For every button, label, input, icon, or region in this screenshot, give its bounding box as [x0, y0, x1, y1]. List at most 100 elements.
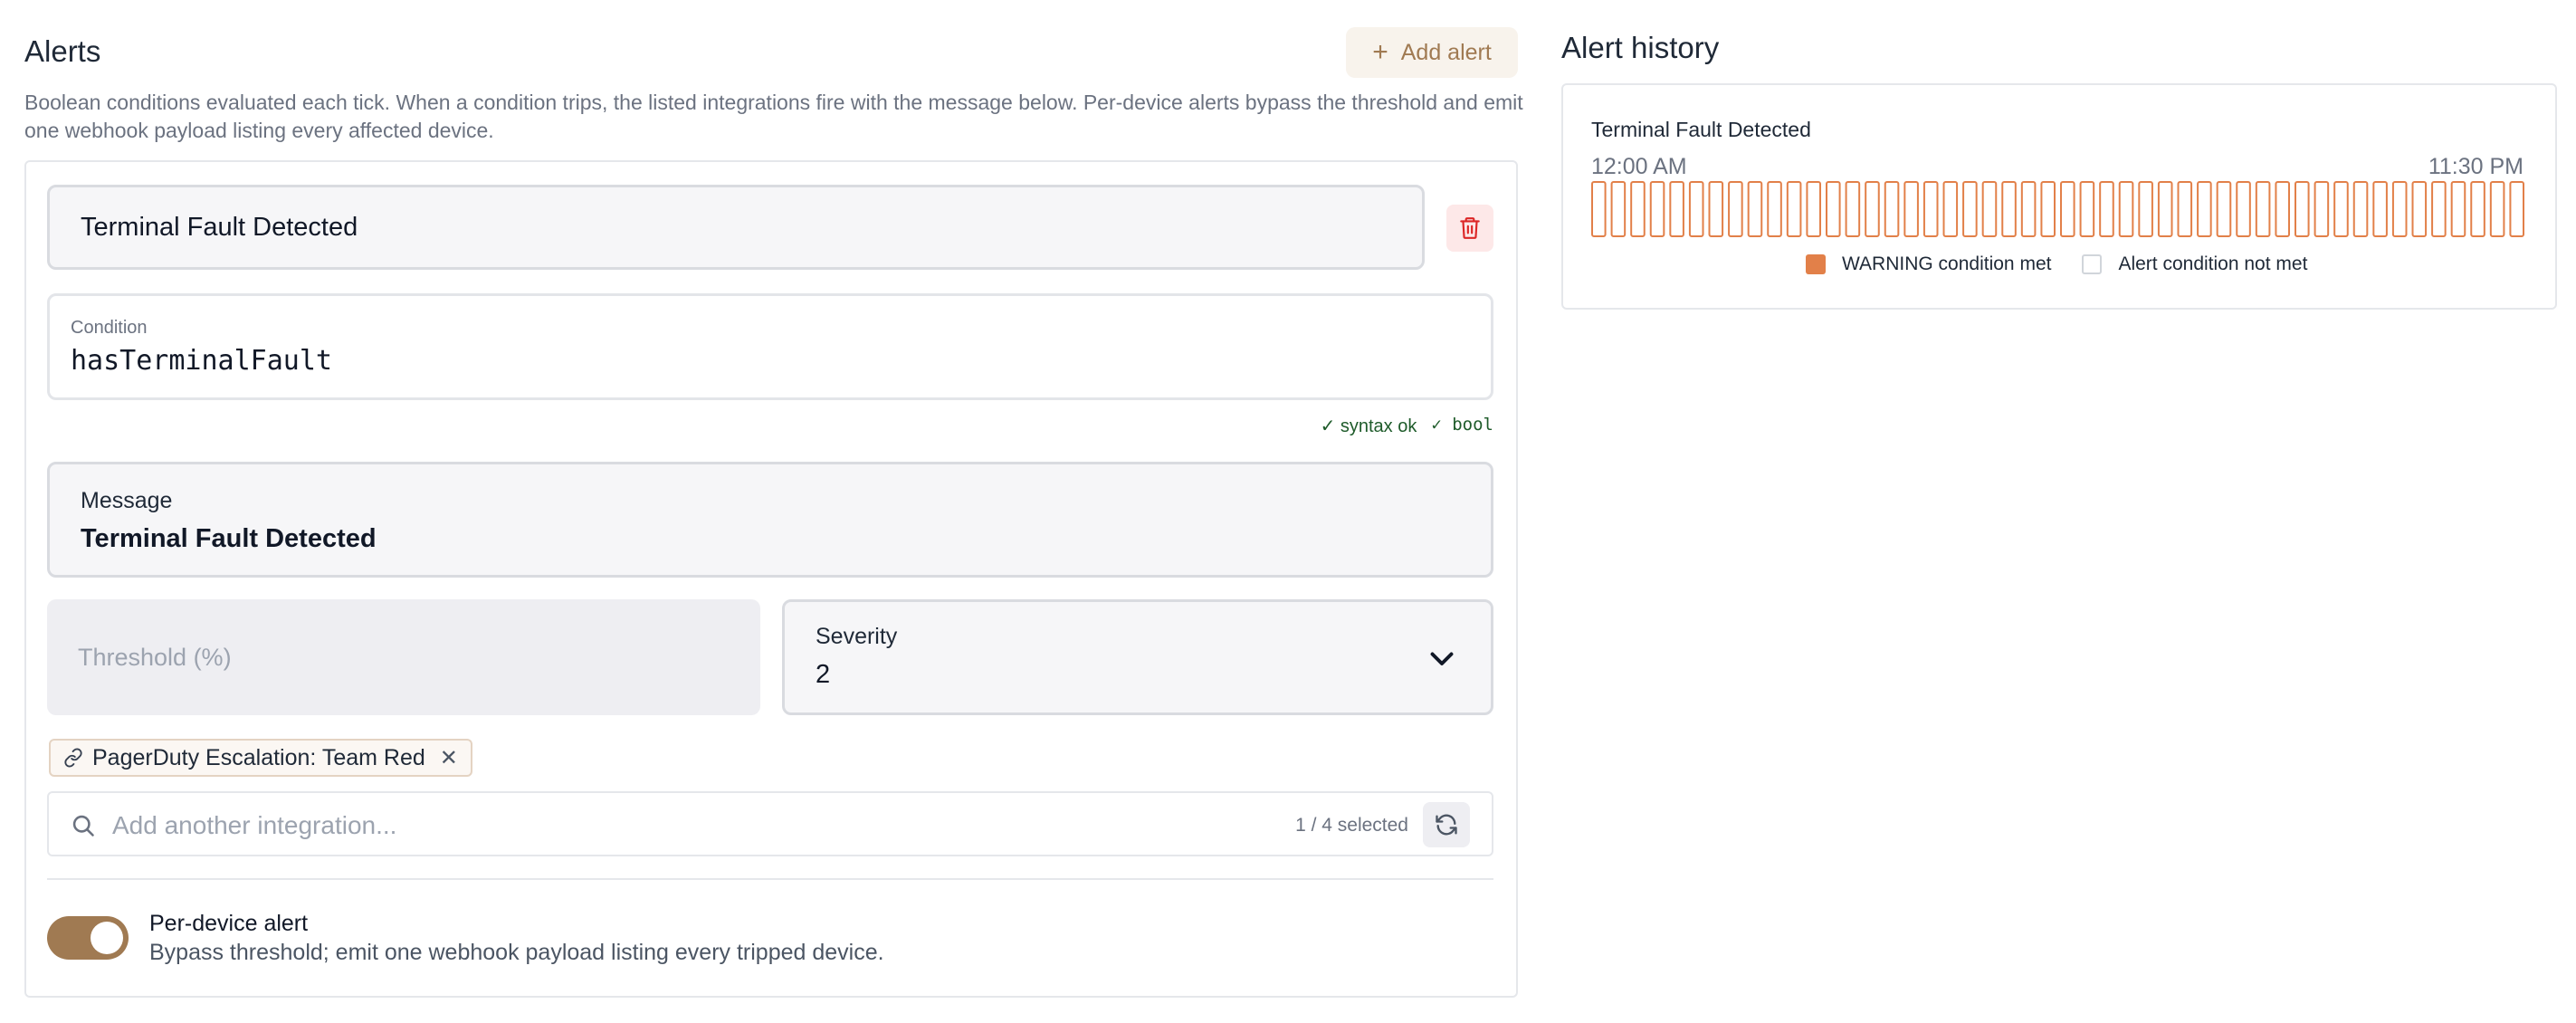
refresh-integrations-button[interactable]	[1423, 802, 1470, 847]
history-bucket	[2470, 181, 2485, 237]
history-title: Alert history	[1561, 31, 1720, 64]
history-bucket	[1747, 181, 1763, 237]
history-bucket	[1981, 181, 1998, 237]
alerts-description: Boolean conditions evaluated each tick. …	[24, 91, 1523, 142]
history-bucket	[1688, 181, 1704, 237]
alerts-header: Alerts + Add alert	[24, 27, 1518, 78]
history-bucket	[2295, 181, 2310, 237]
integration-search-input[interactable]: Add another integration...	[112, 811, 396, 840]
search-icon	[72, 815, 94, 837]
trash-icon	[1460, 217, 1480, 239]
history-bucket	[1708, 181, 1724, 237]
history-bucket	[2118, 181, 2134, 237]
history-bucket	[2314, 181, 2330, 237]
history-bucket	[1767, 181, 1782, 237]
severity-label: Severity	[816, 624, 898, 649]
history-bucket	[1806, 181, 1821, 237]
history-bucket	[1786, 181, 1802, 237]
add-alert-button[interactable]: + Add alert	[1346, 27, 1518, 78]
history-bucket	[2157, 181, 2173, 237]
history-bucket	[2333, 181, 2349, 237]
history-bucket	[1649, 181, 1665, 237]
history-bucket	[1591, 181, 1607, 237]
history-bucket	[2255, 181, 2271, 237]
history-bucket	[1728, 181, 1743, 237]
history-timeline	[1591, 181, 2524, 237]
history-alert-name: Terminal Fault Detected	[1591, 118, 1811, 141]
history-bucket	[1630, 181, 1646, 237]
threshold-input[interactable]: Threshold (%)	[47, 599, 760, 715]
type-ok-badge: ✓ bool	[1431, 415, 1493, 435]
legend-not-met-label: Alert condition not met	[2118, 253, 2308, 274]
integration-chip: PagerDuty Escalation: Team Red ✕	[49, 739, 472, 777]
integration-chip-label: PagerDuty Escalation: Team Red	[92, 744, 425, 770]
history-bucket	[1826, 181, 1841, 237]
history-bucket	[2197, 181, 2212, 237]
history-bucket	[1922, 181, 1939, 237]
history-bucket	[1942, 181, 1959, 237]
divider	[47, 878, 1493, 880]
history-bucket	[2275, 181, 2290, 237]
history-bucket	[2489, 181, 2505, 237]
condition-value: hasTerminalFault	[71, 345, 332, 377]
legend-met: WARNING condition met	[1806, 253, 2051, 275]
history-bucket	[1610, 181, 1627, 237]
history-time-start: 12:00 AM	[1591, 154, 1687, 179]
delete-alert-button[interactable]	[1446, 205, 1493, 252]
legend-met-swatch	[1806, 254, 1826, 274]
condition-label: Condition	[71, 318, 148, 338]
history-legend: WARNING condition met Alert condition no…	[1806, 253, 2338, 275]
per-device-title: Per-device alert	[149, 911, 309, 936]
history-bucket	[2431, 181, 2447, 237]
legend-not-met: Alert condition not met	[2082, 253, 2307, 275]
history-bucket	[2001, 181, 2017, 237]
history-bars	[1591, 181, 2524, 237]
history-bucket	[2040, 181, 2056, 237]
syntax-ok-badge: ✓ syntax ok	[1320, 416, 1417, 436]
history-bucket	[2236, 181, 2251, 237]
toggle-knob	[91, 922, 123, 954]
alert-name-input[interactable]: Terminal Fault Detected	[47, 185, 1425, 270]
integration-search[interactable]: Add another integration... 1 / 4 selecte…	[47, 791, 1493, 856]
per-device-description: Bypass threshold; emit one webhook paylo…	[149, 940, 884, 965]
condition-field[interactable]: Condition hasTerminalFault	[47, 293, 1493, 400]
history-bucket	[1903, 181, 1919, 237]
add-alert-label: Add alert	[1400, 39, 1492, 65]
history-time-end: 11:30 PM	[2428, 154, 2524, 179]
legend-not-met-swatch	[2082, 254, 2103, 274]
history-bucket	[2079, 181, 2095, 237]
history-bucket	[2509, 181, 2524, 237]
history-bucket	[2138, 181, 2153, 237]
history-bucket	[2411, 181, 2428, 237]
plus-icon: +	[1372, 37, 1388, 67]
history-bucket	[2099, 181, 2114, 237]
history-bucket	[2372, 181, 2388, 237]
history-bucket	[2020, 181, 2037, 237]
alerts-title: Alerts	[24, 34, 101, 68]
history-bucket	[2391, 181, 2408, 237]
message-value: Terminal Fault Detected	[81, 524, 377, 553]
history-bucket	[2352, 181, 2369, 237]
severity-select[interactable]: Severity 2	[782, 599, 1493, 715]
severity-value: 2	[816, 660, 831, 689]
history-bucket	[1845, 181, 1861, 237]
message-field[interactable]: Message Terminal Fault Detected	[47, 462, 1493, 578]
history-bucket	[1962, 181, 1978, 237]
legend-met-label: WARNING condition met	[1842, 253, 2052, 274]
integration-count: 1 / 4 selected	[1295, 815, 1408, 836]
history-bucket	[2450, 181, 2466, 237]
alert-card	[24, 160, 1518, 998]
history-bucket	[1669, 181, 1684, 237]
close-icon[interactable]: ✕	[440, 745, 458, 771]
history-bucket	[2216, 181, 2232, 237]
message-label: Message	[81, 488, 173, 513]
history-bucket	[2060, 181, 2075, 237]
per-device-toggle[interactable]	[47, 916, 129, 960]
history-bucket	[1865, 181, 1880, 237]
history-bucket	[2177, 181, 2193, 237]
history-bucket	[1884, 181, 1900, 237]
condition-validation: ✓ syntax ok ✓ bool	[1321, 415, 1493, 437]
refresh-icon	[1436, 814, 1457, 836]
chevron-down-icon	[1430, 652, 1454, 665]
link-icon	[64, 748, 82, 768]
